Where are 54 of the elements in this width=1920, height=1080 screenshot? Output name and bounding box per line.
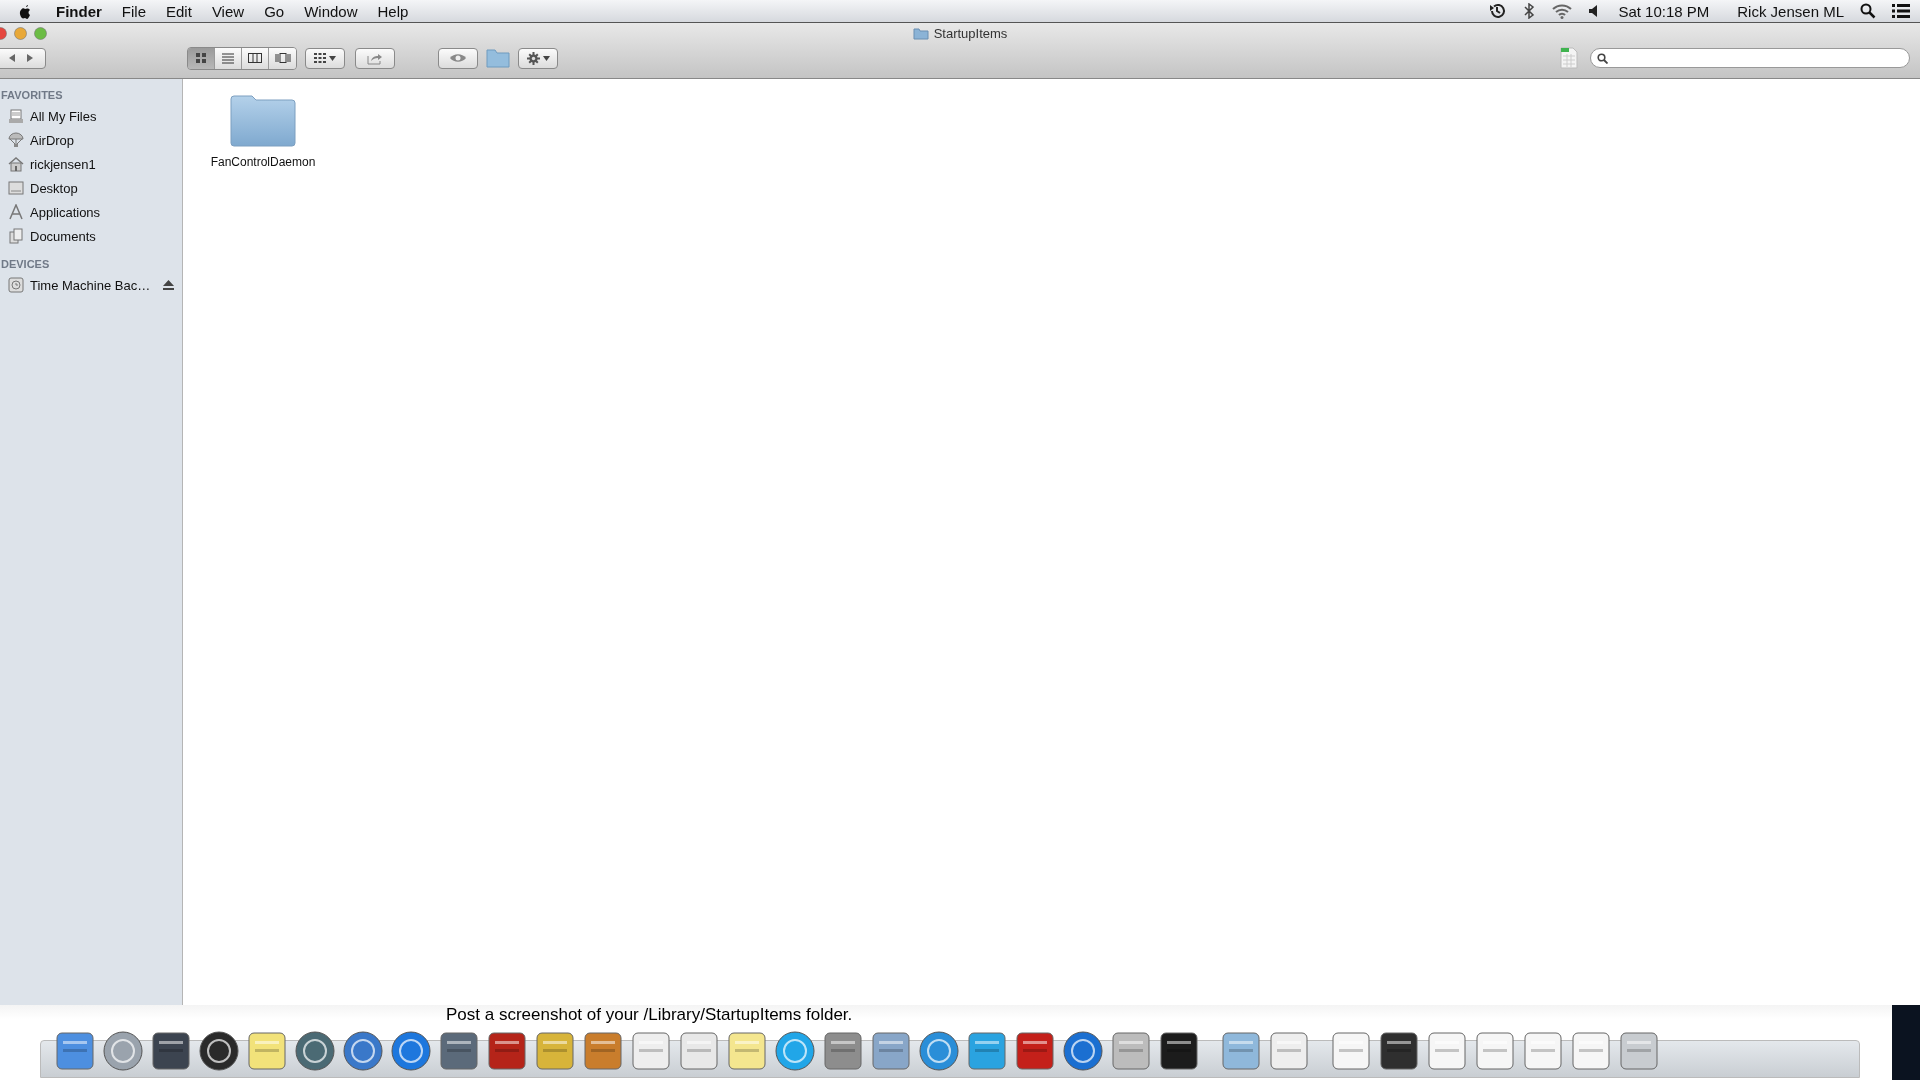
user-name[interactable]: Rick Jensen ML [1737, 2, 1844, 20]
back-forward-button[interactable] [0, 47, 46, 69]
sidebar-item[interactable]: Desktop [0, 176, 182, 200]
icons-view-icon [193, 50, 209, 66]
gear-icon [526, 51, 540, 65]
caret-icon [542, 55, 550, 61]
sidebar-heading: DEVICES [0, 257, 51, 272]
menu-item[interactable]: File [111, 2, 156, 20]
search-field[interactable] [1590, 48, 1910, 68]
airdrop-icon [8, 132, 24, 148]
view-mode-button[interactable] [242, 47, 269, 69]
search-icon [1597, 52, 1608, 64]
menu-item[interactable]: Edit [156, 2, 202, 20]
applications-icon [8, 204, 24, 220]
menu-icon[interactable] [1892, 4, 1910, 18]
bluetooth-icon[interactable] [1522, 3, 1537, 19]
caret-icon [329, 55, 336, 61]
menu-item[interactable]: Help [367, 2, 419, 20]
sidebar-item[interactable]: rickjensen1 [0, 152, 182, 176]
caption-text: Post a screenshot of your /Library/StartupItems folder. [446, 1005, 853, 1025]
back-icon[interactable] [8, 53, 16, 63]
sidebar-heading: FAVORITES [0, 88, 64, 103]
sidebar-item[interactable]: All My Files [0, 104, 182, 128]
sidebar-item[interactable]: Documents [0, 224, 182, 248]
arrange-button[interactable] [305, 47, 345, 69]
share-icon [367, 51, 383, 65]
search-icon[interactable] [1860, 3, 1876, 19]
documents-icon [8, 228, 24, 244]
grid-icon [314, 53, 326, 63]
eject-icon[interactable] [163, 280, 174, 290]
forward-icon[interactable] [26, 53, 34, 63]
eye-icon [449, 53, 467, 63]
window-title: StartupItems [933, 25, 1008, 41]
desktop-icon [8, 180, 24, 196]
menu-item[interactable]: Go [254, 2, 295, 20]
home-icon [8, 156, 24, 172]
menu-item[interactable]: View [201, 2, 255, 20]
sidebar-item[interactable]: Applications [0, 200, 182, 224]
coverflow-view-icon [274, 50, 291, 66]
sidebar-item[interactable]: AirDrop [0, 128, 182, 152]
files-icon [8, 108, 24, 124]
menu-item[interactable]: Window [294, 2, 368, 20]
file-name[interactable]: FanControlDaemon [210, 155, 316, 169]
sidebar-item[interactable]: Time Machine Bac… [0, 273, 182, 297]
columns-view-icon [247, 50, 263, 66]
action-button[interactable] [518, 47, 558, 69]
view-switcher[interactable] [187, 46, 297, 70]
app-menu[interactable]: Finder [46, 2, 112, 20]
quick-look-button[interactable] [438, 47, 478, 69]
wifi-icon[interactable] [1552, 3, 1573, 19]
disk-icon [8, 277, 24, 293]
list-view-icon [220, 50, 236, 66]
share-button[interactable] [355, 47, 395, 69]
clock-text[interactable]: Sat 10:18 PM [1618, 2, 1710, 20]
